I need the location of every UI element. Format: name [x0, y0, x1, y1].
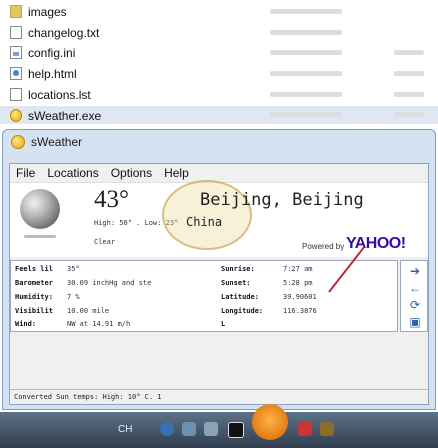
blurred-column — [394, 50, 424, 55]
app-icon — [10, 109, 22, 122]
weather-details-panel: Feels lil 35° Barometer 30.09 inchHg and… — [10, 247, 398, 332]
detail-value: 39.90601 — [283, 293, 317, 301]
current-weather-panel: 43° High: 50° . Low: 23° Clear Beijing, … — [10, 180, 428, 257]
file-explorer: images changelog.txt config.ini help.htm… — [0, 0, 438, 130]
file-item-changelog[interactable]: changelog.txt — [10, 23, 99, 42]
network-tray-icon[interactable] — [182, 422, 196, 436]
detail-label: Wind: — [15, 320, 37, 328]
file-name: changelog.txt — [28, 25, 100, 40]
condition: Clear — [94, 238, 116, 246]
city-name: Beijing, Beijing — [200, 190, 364, 210]
config-file-icon — [10, 46, 22, 59]
file-item-config[interactable]: config.ini — [10, 43, 75, 62]
detail-value: 35° — [67, 265, 80, 273]
volume-tray-icon[interactable] — [204, 422, 218, 436]
blurred-column — [394, 112, 424, 117]
detail-value: NW at 14.91 m/h — [67, 320, 131, 328]
help-tray-icon[interactable] — [160, 422, 174, 436]
country-name: China — [186, 215, 223, 229]
app-icon — [11, 135, 25, 149]
file-name: help.html — [28, 66, 77, 81]
moon-icon — [20, 189, 60, 229]
blurred-column — [270, 50, 342, 55]
blurred-column — [270, 71, 342, 76]
blurred-column — [270, 30, 342, 35]
blurred-column — [270, 92, 342, 97]
detail-label: Latitude: — [221, 293, 259, 301]
powered-by-label: Powered by — [302, 242, 345, 251]
text-file-icon — [10, 26, 22, 39]
detail-value: 116.3876 — [283, 307, 317, 315]
blurred-column — [394, 92, 424, 97]
file-item-images[interactable]: images — [10, 2, 67, 21]
menu-options[interactable]: Options — [105, 164, 158, 182]
side-button-panel: ➔ ← ⟳ ▣ — [400, 260, 428, 332]
detail-value: 7:27 am — [283, 265, 313, 273]
file-name: sWeather.exe — [28, 108, 102, 123]
detail-label: Visibilit — [15, 307, 53, 315]
taskbar: CH — [0, 404, 438, 448]
security-tray-icon[interactable] — [298, 422, 312, 436]
icon-shadow — [24, 235, 56, 238]
file-item-help[interactable]: help.html — [10, 64, 77, 83]
blurred-column — [394, 71, 424, 76]
folder-icon — [10, 5, 22, 18]
detail-label: Sunrise: — [221, 265, 255, 273]
detail-value: 5:28 pm — [283, 279, 313, 287]
menu-file[interactable]: File — [10, 164, 41, 182]
detail-label: Feels lil — [15, 265, 53, 273]
detail-label: L — [221, 320, 226, 328]
file-item-locations[interactable]: locations.lst — [10, 85, 91, 104]
window-title: sWeather — [31, 135, 83, 149]
detail-value: 30.09 inchHg and ste — [67, 279, 152, 287]
mascot-icon — [252, 404, 288, 440]
title-bar[interactable]: sWeather — [3, 130, 435, 154]
temperature: 43° — [94, 186, 129, 213]
detail-value: 7 % — [67, 293, 80, 301]
detail-label: Sunset: — [221, 279, 251, 287]
menu-bar: File Locations Options Help — [10, 164, 428, 183]
sweather-window: sWeather File Locations Options Help 43°… — [2, 129, 436, 410]
status-bar: Converted Sun temps: High: 10° C. 1 — [10, 389, 428, 403]
menu-locations[interactable]: Locations — [41, 164, 104, 182]
arrow-right-icon[interactable]: ➔ — [407, 264, 423, 278]
refresh-icon[interactable]: ⟳ — [407, 298, 423, 312]
html-file-icon — [10, 67, 22, 80]
window-icon[interactable]: ▣ — [407, 315, 423, 329]
language-indicator[interactable]: CH — [118, 424, 132, 435]
blurred-column — [270, 112, 342, 117]
detail-label: Longitude: — [221, 307, 264, 315]
detail-label: Humidity: — [15, 293, 53, 301]
detail-value: 10.00 mile — [67, 307, 110, 315]
menu-help[interactable]: Help — [158, 164, 195, 182]
blurred-column — [270, 9, 342, 14]
yahoo-logo[interactable]: YAHOO! — [346, 235, 406, 253]
file-name: images — [28, 4, 67, 19]
window-client: File Locations Options Help 43° High: 50… — [9, 163, 429, 405]
file-name: locations.lst — [28, 87, 91, 102]
arrow-left-icon[interactable]: ← — [407, 281, 423, 295]
file-name: config.ini — [28, 45, 76, 60]
misc-tray-icon[interactable] — [320, 422, 334, 436]
file-item-sweather[interactable]: sWeather.exe — [10, 106, 101, 125]
detail-label: Barometer — [15, 279, 53, 287]
app-tray-icon[interactable] — [228, 422, 244, 438]
list-file-icon — [10, 88, 22, 101]
